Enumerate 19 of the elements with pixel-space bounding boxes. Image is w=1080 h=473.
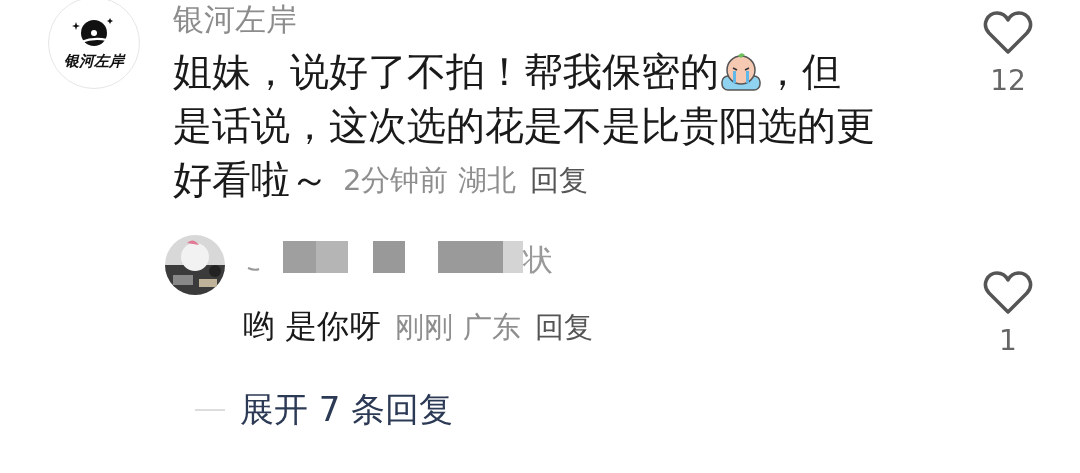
comment-text: 好看啦～ [173,156,329,204]
comment-location: 湖北 [458,162,517,199]
expand-replies-link[interactable]: 展开 7 条回复 [240,387,454,433]
brand-avatar[interactable]: 银河左岸 [48,0,140,89]
like-count: 1 [999,324,1017,357]
reply-link[interactable]: 回复 [530,153,589,207]
comment-text: 是话说，这次选的花是不是比贵阳选的更 [173,102,875,150]
like-count: 12 [990,64,1026,97]
comment-text: ，但 [763,48,841,96]
reply-location: 广东 [463,309,522,346]
heart-icon[interactable] [983,10,1033,56]
comment-text: 姐妹，说好了不拍！帮我保密的 [173,48,719,96]
heart-icon[interactable] [983,270,1033,316]
logo-text: 银河左岸 [64,51,124,71]
reply-link[interactable]: 回复 [535,308,594,348]
comment-time: 2分钟前 [343,162,449,199]
reply-time: 刚刚 [395,309,454,346]
reply-text: 哟 是你呀 [243,306,382,347]
crying-emoji-icon [719,52,763,92]
